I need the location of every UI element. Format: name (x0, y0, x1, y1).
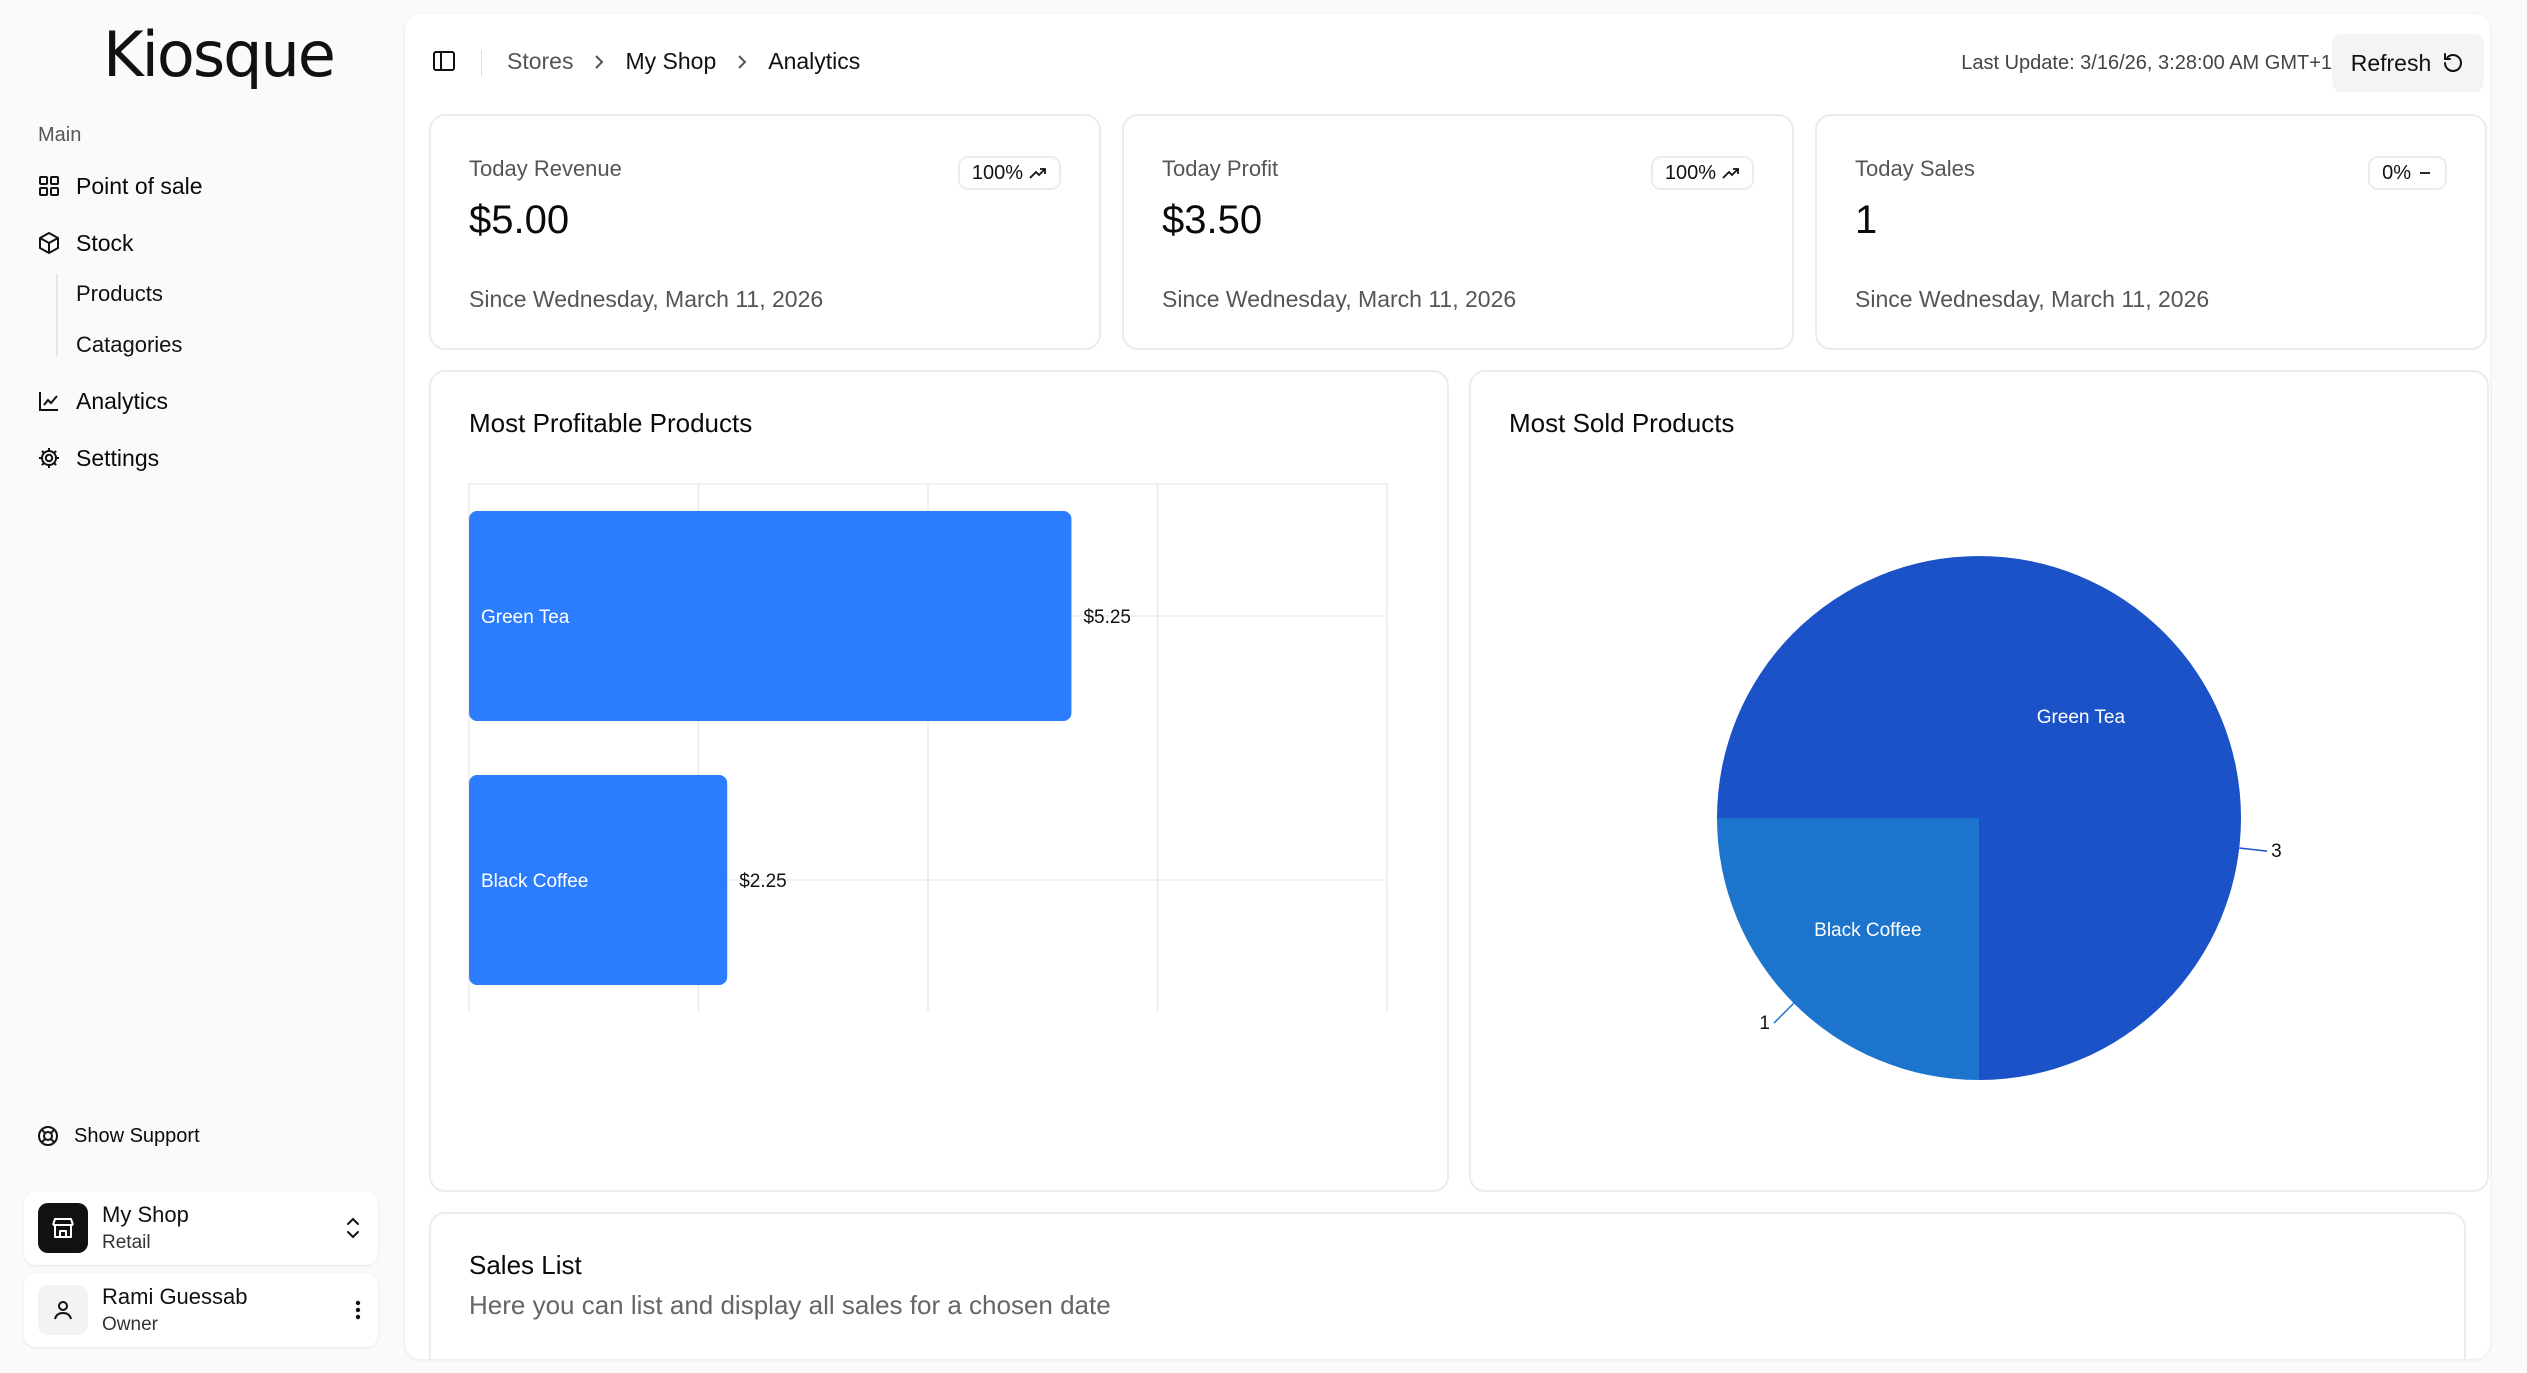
user-name: Rami Guessab (102, 1284, 248, 1309)
user-icon (38, 1285, 88, 1335)
bar-value-label: $2.25 (739, 871, 787, 892)
badge-text: 100% (1664, 161, 1716, 184)
user-menu[interactable]: Rami Guessab Owner (24, 1273, 378, 1347)
pie-label-line (1773, 1002, 1795, 1024)
sidebar: Kiosque Main Point of sale Stock Product… (0, 0, 403, 1373)
chevron-right-icon (736, 53, 748, 71)
stat-card-revenue: Today Revenue $5.00 Since Wednesday, Mar… (429, 114, 1101, 350)
sales-list-subtitle: Here you can list and display all sales … (469, 1290, 1111, 1320)
show-support-button[interactable]: Show Support (36, 1124, 200, 1148)
sidebar-item-label: Point of sale (76, 172, 203, 199)
sidebar-item-point-of-sale[interactable]: Point of sale (36, 164, 203, 208)
sidebar-item-catagories[interactable]: Catagories (76, 332, 182, 358)
trending-up-icon (1029, 166, 1047, 180)
sidebar-item-label: Settings (76, 444, 160, 471)
breadcrumb-stores[interactable]: Stores (507, 48, 573, 75)
stat-card-sales: Today Sales 1 Since Wednesday, March 11,… (1815, 114, 2487, 350)
stat-label: Today Profit (1162, 156, 1279, 181)
pie-chart: Green Tea 3 Black Coffee 1 (1717, 556, 2282, 1080)
trend-badge: 0% (2368, 156, 2447, 190)
pie-slice-label: Black Coffee (1814, 920, 1921, 941)
stat-since: Since Wednesday, March 11, 2026 (1855, 286, 2210, 312)
more-vertical-icon[interactable] (354, 1298, 362, 1322)
chevrons-up-down-icon (344, 1215, 362, 1241)
stat-since: Since Wednesday, March 11, 2026 (1162, 286, 1517, 312)
submenu-rail (56, 274, 58, 356)
sales-list-title: Sales List (469, 1250, 582, 1280)
support-label: Show Support (74, 1124, 200, 1147)
shop-type: Retail (102, 1232, 151, 1253)
sidebar-item-products[interactable]: Products (76, 281, 163, 307)
main-content: Stores My Shop Analytics Last Update: 3/… (405, 14, 2490, 1359)
shop-name: My Shop (102, 1202, 189, 1227)
sidebar-item-label: Stock (76, 229, 134, 256)
lifebuoy-icon (36, 1124, 60, 1148)
pie-value-label: 3 (2271, 841, 2282, 862)
grid-icon (36, 173, 62, 199)
bar-category-label: Green Tea (481, 607, 570, 628)
app-logo: Kiosque (103, 18, 336, 91)
breadcrumb-analytics: Analytics (768, 48, 861, 74)
sidebar-item-stock[interactable]: Stock (36, 221, 134, 265)
pie-slice (1717, 818, 1979, 1080)
pie-label-line (2239, 847, 2268, 852)
refresh-button[interactable]: Refresh (2332, 34, 2484, 92)
sidebar-item-settings[interactable]: Settings (36, 436, 159, 480)
nav-section-label: Main (38, 124, 82, 146)
pie-slice-label: Green Tea (2037, 707, 2126, 728)
chart-icon (36, 388, 62, 414)
gear-icon (36, 445, 62, 471)
refresh-icon (2441, 51, 2465, 75)
badge-text: 100% (971, 161, 1023, 184)
most-profitable-panel: Most Profitable Products Green Tea $5.25 B… (429, 370, 1449, 1192)
breadcrumb: Stores My Shop Analytics (507, 48, 860, 75)
bar-value-label: $5.25 (1083, 607, 1131, 628)
stat-label: Today Revenue (469, 156, 622, 181)
bar-chart: Green Tea $5.25 Black Coffee $2.25 (468, 483, 1388, 1012)
user-role: Owner (102, 1314, 158, 1335)
sidebar-item-label: Analytics (76, 387, 169, 414)
stat-value: 1 (1855, 198, 1878, 242)
last-update-text: Last Update: 3/16/26, 3:28:00 AM GMT+1 (1961, 52, 2332, 74)
trending-up-icon (1722, 166, 1740, 180)
sidebar-toggle-icon[interactable] (431, 48, 457, 74)
sidebar-item-analytics[interactable]: Analytics (36, 379, 168, 423)
most-sold-panel: Most Sold Products Green Tea 3 Black Coffe… (1469, 370, 2489, 1192)
divider (481, 50, 482, 76)
trend-badge: 100% (957, 156, 1061, 190)
bar-category-label: Black Coffee (481, 871, 588, 892)
trend-badge: 100% (1650, 156, 1754, 190)
stat-card-profit: Today Profit $3.50 Since Wednesday, Marc… (1122, 114, 1794, 350)
stat-label: Today Sales (1855, 156, 1975, 181)
stat-value: $5.00 (469, 198, 570, 242)
store-icon (38, 1203, 88, 1253)
stat-value: $3.50 (1162, 198, 1263, 242)
sales-list-card: Sales List Here you can list and display… (429, 1212, 2466, 1359)
stat-since: Since Wednesday, March 11, 2026 (469, 286, 824, 312)
box-icon (36, 230, 62, 256)
top-bar: Stores My Shop Analytics Last Update: 3/… (405, 14, 2490, 110)
pie-value-label: 1 (1759, 1013, 1770, 1034)
breadcrumb-my-shop[interactable]: My Shop (625, 48, 716, 75)
refresh-label: Refresh (2350, 49, 2432, 76)
chevron-right-icon (593, 53, 605, 71)
shop-switcher[interactable]: My Shop Retail (24, 1191, 378, 1265)
badge-text: 0% (2382, 161, 2411, 184)
minus-icon (2417, 166, 2433, 180)
